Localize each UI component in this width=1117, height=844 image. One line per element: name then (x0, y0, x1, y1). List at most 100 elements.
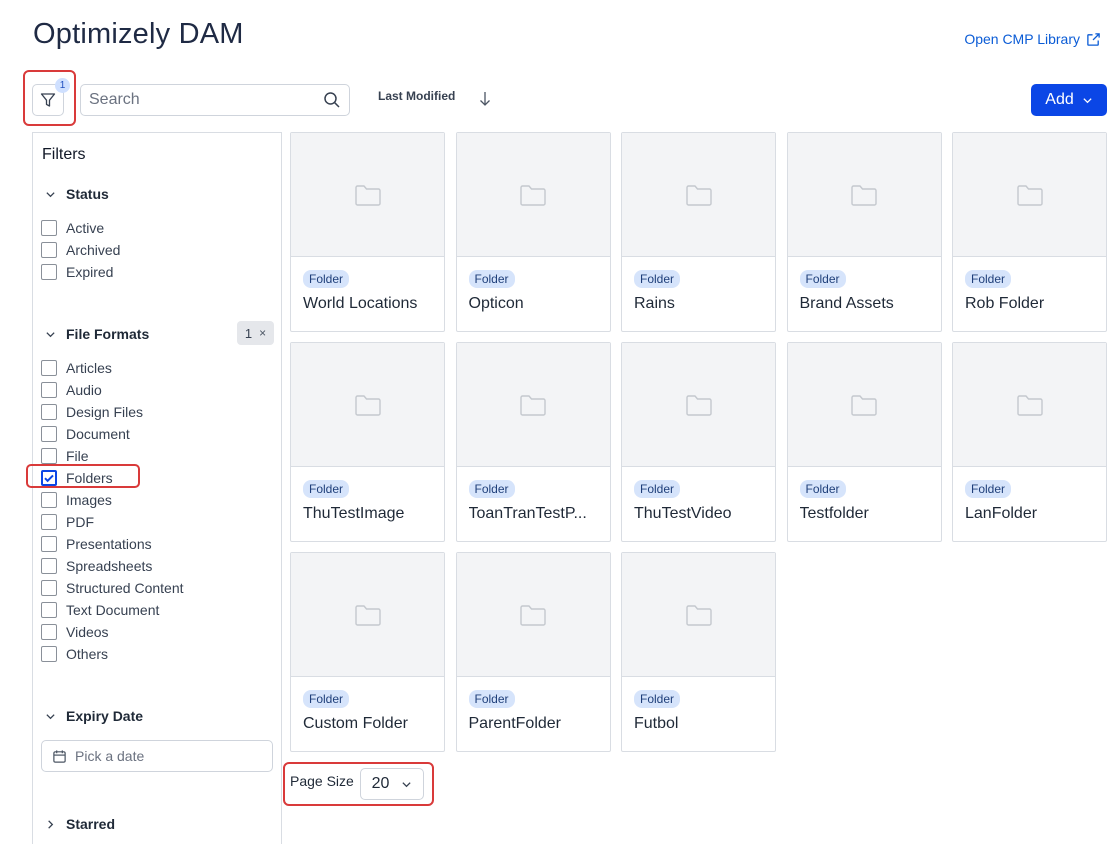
status-option-active[interactable]: Active (41, 219, 104, 237)
file-format-option-pdf[interactable]: PDF (41, 513, 94, 531)
folder-thumbnail (291, 343, 444, 467)
status-option-archived[interactable]: Archived (41, 241, 120, 259)
file-format-option-presentations[interactable]: Presentations (41, 535, 152, 553)
checkbox[interactable] (41, 242, 57, 258)
folder-type-badge: Folder (799, 480, 846, 498)
checkbox[interactable] (41, 448, 57, 464)
checkbox-label: Audio (66, 382, 102, 398)
folder-type-badge: Folder (965, 480, 1012, 498)
open-cmp-library-link[interactable]: Open CMP Library (964, 31, 1101, 47)
folder-card[interactable]: Folder Futbol (621, 552, 776, 752)
checkbox-label: File (66, 448, 89, 464)
file-formats-count: 1 (244, 325, 253, 341)
open-cmp-library-label: Open CMP Library (964, 31, 1080, 47)
folder-card[interactable]: Folder World Locations (290, 132, 445, 332)
checkbox[interactable] (41, 514, 57, 530)
folder-card[interactable]: Folder LanFolder (952, 342, 1107, 542)
folder-card[interactable]: Folder Rains (621, 132, 776, 332)
folder-thumbnail (456, 553, 610, 677)
page-size-select[interactable]: 20 (360, 768, 424, 800)
file-format-option-audio[interactable]: Audio (41, 381, 102, 399)
clear-file-formats-button[interactable]: × (259, 326, 266, 340)
checkbox[interactable] (41, 492, 57, 508)
folder-type-badge: Folder (965, 270, 1012, 288)
search-input[interactable] (89, 91, 323, 109)
checkbox-label: Active (66, 220, 105, 236)
folder-thumbnail (787, 343, 941, 467)
folder-name: ParentFolder (468, 715, 562, 732)
checkbox[interactable] (41, 558, 57, 574)
checkbox[interactable] (41, 624, 57, 640)
folder-icon (851, 184, 877, 206)
checkbox[interactable] (41, 536, 57, 552)
folder-card[interactable]: Folder Rob Folder (952, 132, 1107, 332)
folder-type-badge: Folder (634, 270, 681, 288)
folder-name: Futbol (634, 715, 679, 732)
file-format-option-others[interactable]: Others (41, 645, 108, 663)
folder-name: ToanTranTestP... (468, 505, 587, 522)
folder-type-badge: Folder (634, 690, 681, 708)
checkbox-label: Structured Content (66, 580, 184, 596)
file-format-option-articles[interactable]: Articles (41, 359, 112, 377)
folder-card[interactable]: Folder ThuTestVideo (621, 342, 776, 542)
folder-type-badge: Folder (303, 480, 350, 498)
expiry-date-section-label: Expiry Date (66, 708, 144, 724)
folder-name: World Locations (303, 295, 418, 312)
file-formats-section-toggle[interactable]: File Formats (45, 326, 149, 342)
sort-descending-icon[interactable] (477, 90, 493, 108)
folder-icon (354, 394, 381, 416)
file-format-option-spreadsheets[interactable]: Spreadsheets (41, 557, 152, 575)
status-section-toggle[interactable]: Status (45, 186, 109, 202)
folder-card[interactable]: Folder Custom Folder (290, 552, 445, 752)
checkbox[interactable] (41, 220, 57, 236)
folder-thumbnail (456, 133, 610, 257)
folder-name: Brand Assets (799, 295, 894, 312)
status-option-expired[interactable]: Expired (41, 263, 113, 281)
checkbox[interactable] (41, 382, 57, 398)
checkbox[interactable] (41, 264, 57, 280)
file-format-option-text-document[interactable]: Text Document (41, 601, 159, 619)
folder-card[interactable]: Folder ThuTestImage (290, 342, 445, 542)
checkbox-label: Others (66, 646, 109, 662)
folder-icon (520, 394, 546, 416)
folder-card[interactable]: Folder Opticon (455, 132, 611, 332)
checkbox[interactable] (41, 426, 57, 442)
folder-thumbnail (291, 553, 444, 677)
add-button-label: Add (1045, 91, 1074, 108)
folder-name: Rains (634, 295, 675, 312)
checkbox[interactable] (41, 602, 57, 618)
file-format-option-file[interactable]: File (41, 447, 89, 465)
folder-type-badge: Folder (303, 270, 350, 288)
checkbox[interactable] (41, 580, 57, 596)
page-size-value: 20 (371, 775, 390, 792)
file-format-option-images[interactable]: Images (41, 491, 112, 509)
add-button[interactable]: Add (1031, 84, 1107, 116)
folders-option-highlight (26, 464, 140, 488)
file-format-option-structured-content[interactable]: Structured Content (41, 579, 184, 597)
chevron-right-icon (48, 819, 54, 829)
file-format-option-videos[interactable]: Videos (41, 623, 109, 641)
folder-card[interactable]: Folder ToanTranTestP... (455, 342, 611, 542)
starred-section-toggle[interactable]: Starred (45, 816, 115, 832)
checkbox[interactable] (41, 360, 57, 376)
folder-icon (520, 604, 546, 626)
folder-icon (1016, 394, 1043, 416)
sort-field-label[interactable]: Last Modified (378, 89, 455, 103)
folder-card[interactable]: Folder Testfolder (786, 342, 942, 542)
expiry-date-section-toggle[interactable]: Expiry Date (45, 708, 143, 724)
file-format-option-design-files[interactable]: Design Files (41, 403, 143, 421)
folder-type-badge: Folder (468, 480, 515, 498)
chevron-down-icon (46, 713, 55, 719)
folder-card[interactable]: Folder ParentFolder (455, 552, 611, 752)
checkbox[interactable] (41, 646, 57, 662)
folder-name: ThuTestVideo (634, 505, 732, 522)
folder-thumbnail (456, 343, 610, 467)
file-formats-count-badge: 1 × (237, 321, 274, 345)
checkbox-label: Images (66, 492, 112, 508)
search-icon[interactable] (323, 91, 341, 109)
checkbox-label: Videos (66, 624, 109, 640)
file-format-option-document[interactable]: Document (41, 425, 130, 443)
checkbox[interactable] (41, 404, 57, 420)
expiry-date-input[interactable] (75, 748, 262, 764)
folder-card[interactable]: Folder Brand Assets (786, 132, 942, 332)
